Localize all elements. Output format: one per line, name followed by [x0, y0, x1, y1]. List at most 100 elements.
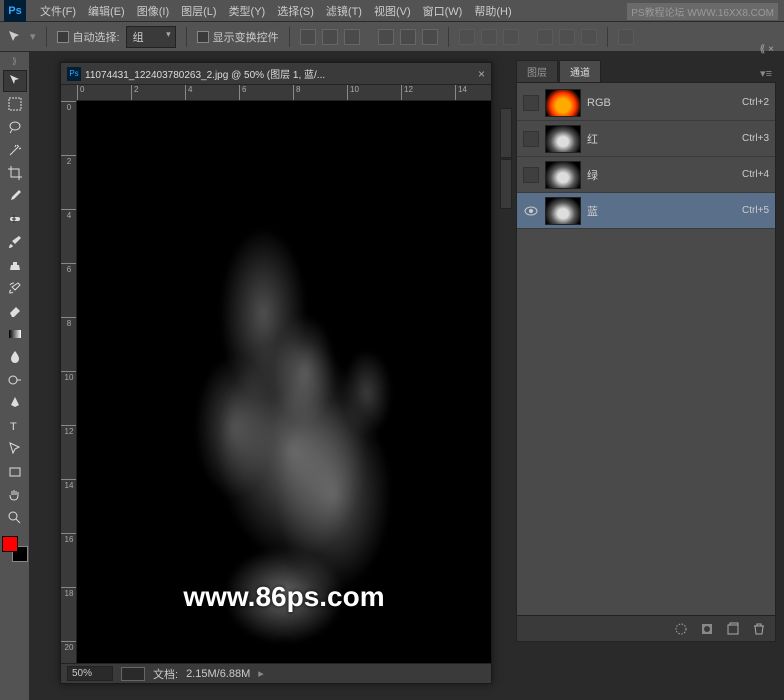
- canvas-image: [77, 101, 491, 663]
- distribute-right-icon: [581, 29, 597, 45]
- document-title: 11074431_122403780263_2.jpg @ 50% (图层 1,…: [85, 66, 478, 81]
- align-hcenter-icon[interactable]: [400, 29, 416, 45]
- auto-align-icon: [618, 29, 634, 45]
- move-tool[interactable]: [3, 70, 27, 92]
- path-selection-tool[interactable]: [3, 438, 27, 460]
- document-window: Ps 11074431_122403780263_2.jpg @ 50% (图层…: [60, 62, 492, 684]
- panel-menu-icon[interactable]: ▾≡: [756, 65, 776, 82]
- panel-collapse-icon[interactable]: ⟪: [760, 44, 766, 55]
- move-tool-indicator-icon: [6, 28, 24, 46]
- color-swatches[interactable]: [2, 536, 28, 562]
- history-brush-tool[interactable]: [3, 277, 27, 299]
- align-bottom-icon[interactable]: [344, 29, 360, 45]
- visibility-toggle[interactable]: [523, 131, 539, 147]
- align-vcenter-icon[interactable]: [322, 29, 338, 45]
- clone-stamp-tool[interactable]: [3, 254, 27, 276]
- document-tab[interactable]: Ps 11074431_122403780263_2.jpg @ 50% (图层…: [61, 63, 491, 85]
- watermark-top: PS教程论坛 WWW.16XX8.COM: [627, 3, 778, 20]
- document-status-bar: 50% 文档: 2.15M/6.88M ▸: [61, 663, 491, 683]
- collapsed-panel-1[interactable]: [500, 108, 512, 158]
- panel-close-icon[interactable]: ×: [768, 44, 774, 55]
- ruler-horizontal[interactable]: 02468101214: [77, 85, 491, 101]
- healing-brush-tool[interactable]: [3, 208, 27, 230]
- channel-row[interactable]: 绿Ctrl+4: [517, 157, 775, 193]
- ruler-vertical[interactable]: 02468101214161820: [61, 101, 77, 663]
- menu-layer[interactable]: 图层(L): [175, 3, 222, 19]
- toolbar-collapse-icon[interactable]: ⟫: [12, 56, 17, 67]
- checkbox-icon[interactable]: [197, 31, 209, 43]
- distribute-vcenter-icon: [481, 29, 497, 45]
- channel-row[interactable]: 蓝Ctrl+5: [517, 193, 775, 229]
- distribute-hcenter-icon: [559, 29, 575, 45]
- doc-info-label: 文档:: [153, 666, 178, 682]
- menu-file[interactable]: 文件(F): [34, 3, 82, 19]
- panel-tabs: 图层 通道 ▾≡: [516, 62, 776, 82]
- menu-type[interactable]: 类型(Y): [223, 3, 272, 19]
- ruler-tick: 20: [61, 641, 77, 652]
- align-left-icon[interactable]: [378, 29, 394, 45]
- channel-thumbnail: [545, 161, 581, 189]
- load-selection-icon[interactable]: [673, 621, 689, 637]
- doc-info-menu-icon[interactable]: ▸: [258, 667, 264, 680]
- show-transform-option[interactable]: 显示变换控件: [197, 29, 279, 45]
- canvas-watermark: www.86ps.com: [77, 581, 491, 613]
- canvas[interactable]: www.86ps.com: [77, 101, 491, 663]
- ruler-tick: 12: [61, 425, 77, 436]
- delete-channel-icon[interactable]: [751, 621, 767, 637]
- save-selection-icon[interactable]: [699, 621, 715, 637]
- close-document-icon[interactable]: ×: [478, 67, 485, 81]
- marquee-tool[interactable]: [3, 93, 27, 115]
- menu-select[interactable]: 选择(S): [271, 3, 320, 19]
- tab-layers[interactable]: 图层: [516, 60, 558, 82]
- blur-tool[interactable]: [3, 346, 27, 368]
- align-right-icon[interactable]: [422, 29, 438, 45]
- gradient-tool[interactable]: [3, 323, 27, 345]
- visibility-toggle[interactable]: [523, 167, 539, 183]
- channel-row[interactable]: RGBCtrl+2: [517, 85, 775, 121]
- ruler-tick: 8: [61, 317, 77, 328]
- menu-image[interactable]: 图像(I): [131, 3, 175, 19]
- separator: [46, 27, 47, 47]
- new-channel-icon[interactable]: [725, 621, 741, 637]
- channel-thumbnail: [545, 197, 581, 225]
- collapsed-panel-2[interactable]: [500, 159, 512, 209]
- checkbox-icon[interactable]: [57, 31, 69, 43]
- menu-view[interactable]: 视图(V): [368, 3, 417, 19]
- magic-wand-tool[interactable]: [3, 139, 27, 161]
- pen-tool[interactable]: [3, 392, 27, 414]
- hand-tool[interactable]: [3, 484, 27, 506]
- menu-help[interactable]: 帮助(H): [468, 3, 517, 19]
- zoom-tool[interactable]: [3, 507, 27, 529]
- channel-shortcut: Ctrl+4: [742, 169, 769, 180]
- foreground-swatch[interactable]: [2, 536, 18, 552]
- options-bar: ▾ 自动选择: 组 显示变换控件: [0, 22, 784, 52]
- menu-filter[interactable]: 滤镜(T): [320, 3, 368, 19]
- crop-tool[interactable]: [3, 162, 27, 184]
- align-top-icon[interactable]: [300, 29, 316, 45]
- ruler-tick: 18: [61, 587, 77, 598]
- tab-channels[interactable]: 通道: [559, 60, 601, 82]
- eyedropper-tool[interactable]: [3, 185, 27, 207]
- type-tool[interactable]: T: [3, 415, 27, 437]
- menu-edit[interactable]: 编辑(E): [82, 3, 131, 19]
- ruler-tick: 10: [347, 85, 359, 101]
- channel-list: RGBCtrl+2红Ctrl+3绿Ctrl+4蓝Ctrl+5: [517, 83, 775, 231]
- zoom-input[interactable]: 50%: [67, 666, 113, 681]
- brush-tool[interactable]: [3, 231, 27, 253]
- dodge-tool[interactable]: [3, 369, 27, 391]
- auto-select-option[interactable]: 自动选择:: [57, 29, 120, 45]
- channels-panel: ⟪ × 图层 通道 ▾≡ RGBCtrl+2红Ctrl+3绿Ctrl+4蓝Ctr…: [516, 62, 776, 642]
- auto-select-label: 自动选择:: [73, 29, 120, 45]
- channel-name: 红: [587, 131, 736, 147]
- eraser-tool[interactable]: [3, 300, 27, 322]
- visibility-toggle[interactable]: [523, 203, 539, 219]
- rectangle-tool[interactable]: [3, 461, 27, 483]
- channel-row[interactable]: 红Ctrl+3: [517, 121, 775, 157]
- show-transform-label: 显示变换控件: [213, 29, 279, 45]
- visibility-toggle[interactable]: [523, 95, 539, 111]
- auto-select-target-dropdown[interactable]: 组: [126, 26, 176, 48]
- menu-window[interactable]: 窗口(W): [417, 3, 469, 19]
- separator: [448, 27, 449, 47]
- preview-icon[interactable]: [121, 667, 145, 681]
- lasso-tool[interactable]: [3, 116, 27, 138]
